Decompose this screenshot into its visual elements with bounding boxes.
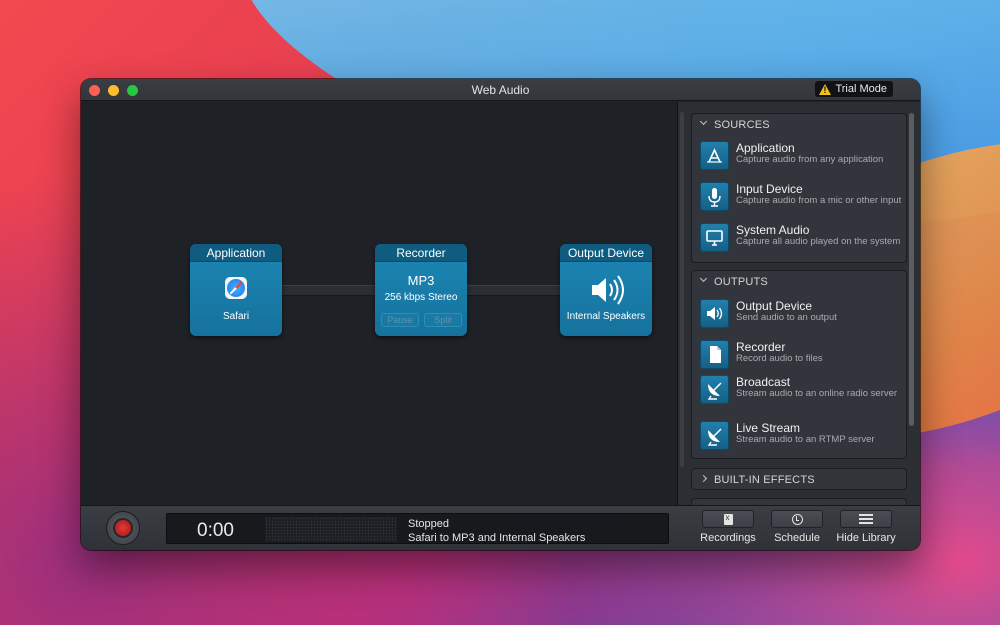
library-item-title: Application	[736, 141, 795, 155]
library-item-title: Input Device	[736, 182, 803, 196]
library-item-live-stream[interactable]: Live Stream Stream audio to an RTMP serv…	[700, 421, 900, 459]
library-item-desc: Record audio to files	[736, 353, 823, 364]
status-detail: Safari to MP3 and Internal Speakers	[408, 532, 586, 544]
warning-icon	[819, 83, 832, 95]
outputs-header-label: OUTPUTS	[714, 276, 768, 288]
source-node-label: Safari	[222, 311, 250, 322]
recorder-node[interactable]: Recorder MP3 256 kbps Stereo Pause Split	[375, 244, 467, 336]
speaker-icon	[700, 299, 729, 328]
outputs-header[interactable]: OUTPUTS	[692, 271, 906, 293]
library-item-title: Live Stream	[736, 421, 801, 435]
library-item-title: Broadcast	[736, 375, 791, 389]
level-meter	[265, 517, 397, 542]
output-node-label: Internal Speakers	[566, 311, 646, 322]
recordings-label: Recordings	[700, 532, 756, 544]
hide-library-label: Hide Library	[836, 532, 896, 544]
recordings-icon	[723, 513, 733, 525]
sources-header-label: SOURCES	[714, 119, 770, 131]
library-item-desc: Stream audio to an online radio server	[736, 388, 898, 399]
split-button[interactable]: Split	[424, 313, 462, 327]
library-item-system-audio[interactable]: System Audio Capture all audio played on…	[700, 223, 900, 261]
schedule-button[interactable]	[771, 510, 823, 528]
window-title: Web Audio	[471, 83, 530, 97]
library-item-title: System Audio	[736, 223, 810, 237]
library-item-title: Recorder	[736, 340, 786, 354]
schedule-label: Schedule	[774, 532, 820, 544]
recordings-button[interactable]	[702, 510, 754, 528]
schedule-tool[interactable]: Schedule	[764, 510, 830, 544]
recorder-quality: 256 kbps Stereo	[384, 292, 458, 303]
speaker-icon	[592, 275, 624, 305]
effects-header-label: BUILT-IN EFFECTS	[714, 474, 815, 486]
trial-mode-badge[interactable]: Trial Mode	[815, 81, 893, 97]
library-item-desc: Capture audio from any application	[736, 154, 884, 165]
list-icon	[859, 514, 873, 524]
title-bar[interactable]: Web Audio Trial Mode	[81, 79, 920, 101]
library-item-desc: Stream audio to an RTMP server	[736, 434, 875, 445]
app-store-icon	[700, 141, 729, 170]
library-vertical-scrollbar[interactable]	[909, 113, 914, 426]
sources-header[interactable]: SOURCES	[692, 114, 906, 136]
outputs-section: OUTPUTS Output Device Send audio to an o…	[691, 270, 907, 459]
status-display: 0:00 Stopped Safari to MP3 and Internal …	[166, 513, 669, 544]
pipeline-canvas[interactable]: Application Safari Recorder MP3 256 kbps…	[81, 102, 677, 523]
hide-library-tool[interactable]: Hide Library	[833, 510, 899, 544]
source-node[interactable]: Application Safari	[190, 244, 282, 336]
library-item-desc: Send audio to an output	[736, 312, 837, 323]
document-icon	[700, 340, 729, 369]
library-item-desc: Capture audio from a mic or other input	[736, 195, 902, 206]
app-window: Web Audio Trial Mode Application Safari …	[81, 79, 920, 550]
library-left-track	[680, 112, 684, 467]
library-item-output-device[interactable]: Output Device Send audio to an output	[700, 299, 900, 337]
trial-mode-label: Trial Mode	[835, 83, 887, 95]
satellite-dish-icon	[700, 421, 729, 450]
satellite-dish-icon	[700, 375, 729, 404]
elapsed-timer: 0:00	[197, 520, 234, 541]
chevron-right-icon	[699, 474, 708, 483]
clock-icon	[791, 513, 803, 525]
library-item-title: Output Device	[736, 299, 813, 313]
monitor-icon	[700, 223, 729, 252]
recorder-node-title: Recorder	[375, 244, 467, 262]
library-item-application[interactable]: Application Capture audio from any appli…	[700, 141, 900, 179]
record-dot-icon	[115, 520, 131, 536]
record-button[interactable]	[106, 511, 140, 545]
status-state: Stopped	[408, 518, 449, 530]
output-node[interactable]: Output Device Internal Speakers	[560, 244, 652, 336]
pause-button[interactable]: Pause	[381, 313, 419, 327]
wire-source-recorder	[281, 285, 376, 296]
recordings-tool[interactable]: Recordings	[695, 510, 761, 544]
output-node-title: Output Device	[560, 244, 652, 262]
hide-library-button[interactable]	[840, 510, 892, 528]
library-panel: SOURCES Application Capture audio from a…	[678, 102, 920, 508]
library-item-broadcast[interactable]: Broadcast Stream audio to an online radi…	[700, 375, 900, 413]
library-item-desc: Capture all audio played on the system	[736, 236, 901, 247]
recorder-format: MP3	[407, 273, 435, 288]
chevron-down-icon	[699, 274, 708, 283]
library-item-input-device[interactable]: Input Device Capture audio from a mic or…	[700, 182, 901, 220]
microphone-icon	[700, 182, 729, 211]
effects-header[interactable]: BUILT-IN EFFECTS	[692, 469, 906, 491]
effects-section: BUILT-IN EFFECTS	[691, 468, 907, 490]
source-node-title: Application	[190, 244, 282, 262]
chevron-down-icon	[699, 117, 708, 126]
safari-icon	[225, 277, 247, 299]
wire-recorder-output	[466, 285, 561, 296]
library-item-recorder[interactable]: Recorder Record audio to files	[700, 340, 900, 378]
sources-section: SOURCES Application Capture audio from a…	[691, 113, 907, 263]
bottom-toolbar: 0:00 Stopped Safari to MP3 and Internal …	[81, 505, 920, 550]
